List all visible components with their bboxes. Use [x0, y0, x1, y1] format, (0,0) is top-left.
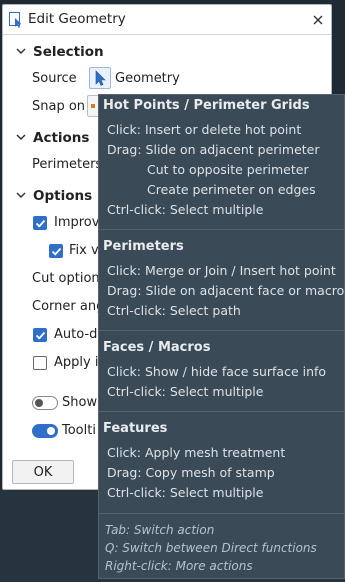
- dialog-titlebar: Edit Geometry: [3, 5, 331, 35]
- help-tooltip-panel: Hot Points / Perimeter Grids Click: Inse…: [98, 94, 345, 579]
- tooltips-label: Toolti: [62, 423, 96, 438]
- cut-options-label: Cut option: [32, 271, 100, 286]
- corner-angle-label: Corner ang: [32, 299, 105, 314]
- improve-checkbox[interactable]: [33, 216, 47, 230]
- tooltip-line: Click: Apply mesh treatment: [107, 445, 286, 460]
- fix-checkbox[interactable]: [49, 244, 63, 258]
- tooltip-line: Ctrl-click: Select path: [107, 303, 241, 318]
- tooltip-line: Create perimeter on edges: [147, 182, 316, 197]
- tooltip-line: Click: Show / hide face surface info: [107, 364, 327, 379]
- show-toggle[interactable]: [32, 396, 58, 410]
- tooltip-line: Drag: Copy mesh of stamp: [107, 465, 275, 480]
- checkmark-icon: [35, 331, 46, 340]
- tooltip-line: Click: Merge or Join / Insert hot point: [107, 263, 336, 278]
- edit-geometry-icon: [9, 12, 22, 28]
- source-label: Source: [32, 71, 77, 86]
- section-actions[interactable]: Actions: [3, 128, 103, 150]
- actions-row-label: Perimeters: [32, 157, 103, 172]
- tooltip-footer-line: Tab: Switch action: [105, 523, 215, 537]
- snap-on-label: Snap on: [32, 99, 86, 114]
- tooltip-heading: Faces / Macros: [103, 340, 211, 355]
- tooltip-line: Cut to opposite perimeter: [147, 162, 309, 177]
- ok-button[interactable]: OK: [12, 460, 74, 484]
- checkmark-icon: [51, 247, 62, 256]
- tooltip-line: Drag: Slide on adjacent face or macro: [107, 283, 345, 298]
- section-options-label: Options: [33, 188, 93, 204]
- tooltips-toggle[interactable]: [32, 424, 58, 438]
- tooltip-heading: Hot Points / Perimeter Grids: [103, 98, 310, 113]
- checkmark-icon: [35, 219, 46, 228]
- chevron-down-icon: [16, 134, 26, 141]
- tooltip-line: Ctrl-click: Select multiple: [107, 485, 264, 500]
- tooltip-divider: [99, 229, 344, 230]
- section-selection-label: Selection: [33, 44, 104, 60]
- tooltip-line: Ctrl-click: Select multiple: [107, 384, 264, 399]
- tooltip-heading: Perimeters: [103, 239, 184, 254]
- improve-label: Improv: [54, 215, 100, 230]
- section-selection[interactable]: Selection: [3, 42, 203, 64]
- close-button[interactable]: [307, 9, 329, 31]
- source-select-button[interactable]: [89, 67, 111, 89]
- tooltip-heading: Features: [103, 421, 168, 436]
- tooltip-footer-line: Q: Switch between Direct functions: [105, 541, 317, 555]
- section-options[interactable]: Options: [3, 186, 103, 208]
- show-label: Show: [62, 395, 98, 410]
- tooltip-line: Ctrl-click: Select multiple: [107, 202, 264, 217]
- auto-detect-checkbox[interactable]: [33, 328, 47, 342]
- source-value: Geometry: [115, 71, 180, 86]
- apply-checkbox[interactable]: [33, 356, 47, 370]
- tooltip-line: Drag: Slide on adjacent perimeter: [107, 142, 320, 157]
- close-icon: [313, 15, 323, 25]
- tooltip-line: Click: Insert or delete hot point: [107, 122, 302, 137]
- tooltip-divider: [99, 330, 344, 331]
- toggle-knob: [47, 427, 55, 435]
- cursor-arrow-icon: [95, 70, 106, 86]
- section-actions-label: Actions: [33, 130, 90, 146]
- toggle-knob: [35, 399, 43, 407]
- chevron-down-icon: [16, 48, 26, 55]
- tooltip-footer-line: Right-click: More actions: [105, 559, 253, 573]
- tooltip-divider: [99, 513, 344, 514]
- dialog-title: Edit Geometry: [28, 11, 126, 27]
- chevron-down-icon: [16, 192, 26, 199]
- tooltip-divider: [99, 411, 344, 412]
